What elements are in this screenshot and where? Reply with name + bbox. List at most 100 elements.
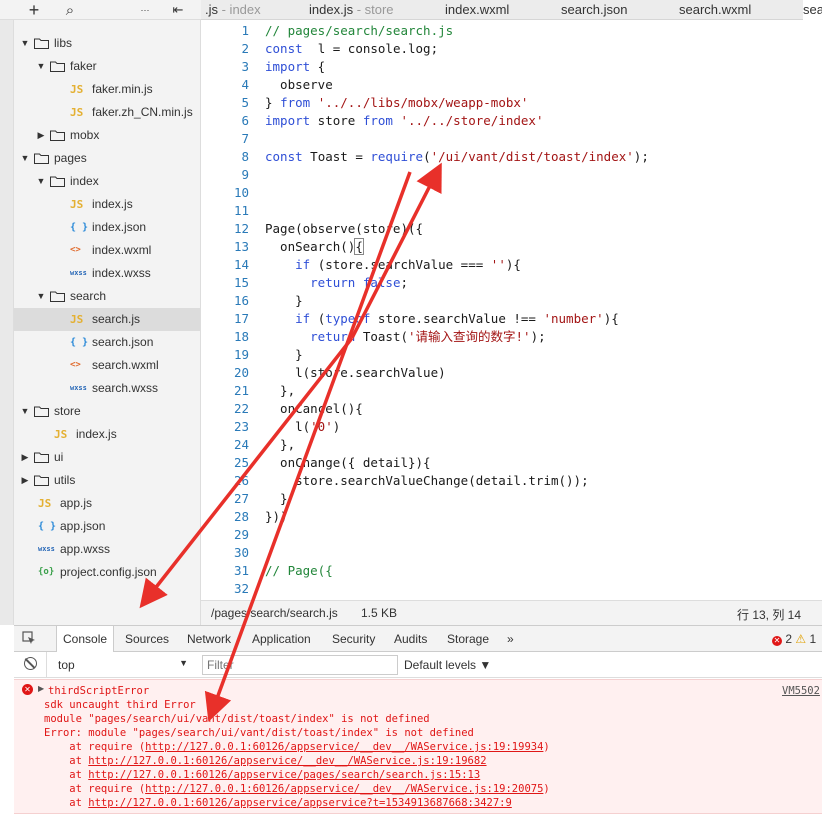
code-line[interactable]: // Page({ xyxy=(265,562,822,580)
code-line[interactable] xyxy=(265,544,822,562)
code-line[interactable]: if (store.searchValue === ''){ xyxy=(265,256,822,274)
code-line[interactable]: const l = console.log; xyxy=(265,40,822,58)
code-line[interactable]: return Toast('请输入查询的数字!'); xyxy=(265,328,822,346)
code-line[interactable]: }, xyxy=(265,382,822,400)
devtools-tab[interactable]: Sources xyxy=(125,632,169,646)
code-line[interactable]: // pages/search/search.js xyxy=(265,22,822,40)
expand-caret-icon[interactable]: ▶ xyxy=(38,684,44,693)
devtools-tab[interactable]: Application xyxy=(252,632,311,646)
code-line[interactable]: import { xyxy=(265,58,822,76)
devtools-tab[interactable]: Network xyxy=(187,632,231,646)
code-line[interactable]: const Toast = require('/ui/vant/dist/toa… xyxy=(265,148,822,166)
folder-item[interactable]: ▶ ui xyxy=(14,446,200,469)
stack-link[interactable]: http://127.0.0.1:60126/appservice/appser… xyxy=(88,797,512,809)
stack-link[interactable]: http://127.0.0.1:60126/appservice/__dev_… xyxy=(145,741,543,753)
folder-item[interactable]: ▼ pages xyxy=(14,147,200,170)
devtools-tab[interactable]: » xyxy=(507,632,514,646)
code-line[interactable]: store.searchValueChange(detail.trim()); xyxy=(265,472,822,490)
file-item[interactable]: JS search.js xyxy=(14,308,200,331)
devtools-tab[interactable]: Console xyxy=(56,626,115,652)
code-line[interactable] xyxy=(265,130,822,148)
stack-link[interactable]: http://127.0.0.1:60126/appservice/__dev_… xyxy=(88,755,486,767)
code-line[interactable]: } from '../../libs/mobx/weapp-mobx' xyxy=(265,94,822,112)
code-line[interactable]: import store from '../../store/index' xyxy=(265,112,822,130)
code-line[interactable]: observe xyxy=(265,76,822,94)
editor-tab[interactable]: search.js xyxy=(803,0,822,20)
code-line[interactable]: } xyxy=(265,292,822,310)
editor-tab[interactable]: search.wxml xyxy=(679,0,797,20)
code-line[interactable]: Page(observe(store)({ xyxy=(265,220,822,238)
code-editor[interactable]: 1 2 3 4 5 6 7 8 9 10 11 12 13 14 15 16 17 18 19 20 21 22 23 24 2… xyxy=(201,20,822,600)
editor-tab[interactable]: search.json xyxy=(561,0,673,20)
code-line[interactable]: onCancel(){ xyxy=(265,400,822,418)
tab-label: index.wxml xyxy=(445,2,510,17)
folder-item[interactable]: ▼ faker xyxy=(14,55,200,78)
chevron-down-icon[interactable]: ▼ xyxy=(20,32,30,55)
file-item[interactable]: JS app.js xyxy=(14,492,200,515)
file-item[interactable]: JS index.js xyxy=(14,423,200,446)
folder-item[interactable]: ▶ utils xyxy=(14,469,200,492)
collapse-panel-icon[interactable]: ⇤ xyxy=(169,1,187,19)
file-item[interactable]: { } app.json xyxy=(14,515,200,538)
stack-link[interactable]: http://127.0.0.1:60126/appservice/pages/… xyxy=(88,769,480,781)
code-line[interactable]: l(store.searchValue) xyxy=(265,364,822,382)
source-link[interactable]: VM5502 xyxy=(782,684,820,698)
chevron-right-icon[interactable]: ▶ xyxy=(20,446,30,469)
code-line[interactable]: return false; xyxy=(265,274,822,292)
chevron-down-icon[interactable]: ▼ xyxy=(20,400,30,423)
code-line[interactable]: onChange({ detail}){ xyxy=(265,454,822,472)
code-line[interactable]: })) xyxy=(265,508,822,526)
levels-dropdown[interactable]: Default levels ▼ xyxy=(404,658,491,672)
chevron-right-icon[interactable]: ▶ xyxy=(20,469,30,492)
folder-item[interactable]: ▶ mobx xyxy=(14,124,200,147)
inspect-icon[interactable] xyxy=(22,631,36,648)
error-title[interactable]: thirdScriptError xyxy=(48,684,149,698)
editor-tab[interactable]: index.wxml xyxy=(445,0,555,20)
code-line[interactable]: if (typeof store.searchValue !== 'number… xyxy=(265,310,822,328)
folder-item[interactable]: ▼ libs xyxy=(14,32,200,55)
context-select[interactable]: top ▼ xyxy=(58,658,188,672)
file-item[interactable]: wxss search.wxss xyxy=(14,377,200,400)
file-item[interactable]: JS faker.min.js xyxy=(14,78,200,101)
clear-console-icon[interactable] xyxy=(24,657,37,670)
chevron-down-icon[interactable]: ▼ xyxy=(36,285,46,308)
file-item[interactable]: JS index.js xyxy=(14,193,200,216)
file-item[interactable]: wxss index.wxss xyxy=(14,262,200,285)
search-icon[interactable]: ⌕ xyxy=(61,1,79,19)
devtools-tab[interactable]: Security xyxy=(332,632,375,646)
code-line[interactable] xyxy=(265,166,822,184)
folder-item[interactable]: ▼ search xyxy=(14,285,200,308)
file-item[interactable]: { } index.json xyxy=(14,216,200,239)
file-item[interactable]: JS faker.zh_CN.min.js xyxy=(14,101,200,124)
devtools-tab[interactable]: Storage xyxy=(447,632,489,646)
chevron-down-icon[interactable]: ▼ xyxy=(20,147,30,170)
editor-tab[interactable]: .js - index xyxy=(201,0,301,20)
devtools-tab[interactable]: Audits xyxy=(394,632,427,646)
code-line[interactable]: onSearch(){ xyxy=(265,238,822,256)
folder-item[interactable]: ▼ index xyxy=(14,170,200,193)
folder-item[interactable]: ▼ store xyxy=(14,400,200,423)
code-line[interactable]: }, xyxy=(265,436,822,454)
file-item[interactable]: <> search.wxml xyxy=(14,354,200,377)
code-line[interactable] xyxy=(265,526,822,544)
console-filter-input[interactable] xyxy=(202,655,398,675)
editor-tab[interactable]: index.js - store xyxy=(309,0,439,20)
chevron-down-icon[interactable]: ▼ xyxy=(36,55,46,78)
more-icon[interactable]: ··· xyxy=(136,1,154,19)
add-file-icon[interactable]: + xyxy=(25,0,43,20)
file-item[interactable]: { } search.json xyxy=(14,331,200,354)
code-line[interactable] xyxy=(265,184,822,202)
file-item[interactable]: <> index.wxml xyxy=(14,239,200,262)
code-line[interactable] xyxy=(265,580,822,598)
code-line[interactable]: } xyxy=(265,346,822,364)
file-item[interactable]: wxss app.wxss xyxy=(14,538,200,561)
code-line[interactable]: l('0') xyxy=(265,418,822,436)
code-lines[interactable]: // pages/search/search.js const l = conso… xyxy=(265,22,822,598)
code-line[interactable] xyxy=(265,202,822,220)
file-item[interactable]: {o} project.config.json xyxy=(14,561,200,584)
stack-link[interactable]: http://127.0.0.1:60126/appservice/__dev_… xyxy=(145,783,543,795)
chevron-right-icon[interactable]: ▶ xyxy=(36,124,46,147)
code-line[interactable]: } xyxy=(265,490,822,508)
error-counter[interactable]: ✕ 2 ⚠ 1 xyxy=(772,632,816,646)
chevron-down-icon[interactable]: ▼ xyxy=(36,170,46,193)
